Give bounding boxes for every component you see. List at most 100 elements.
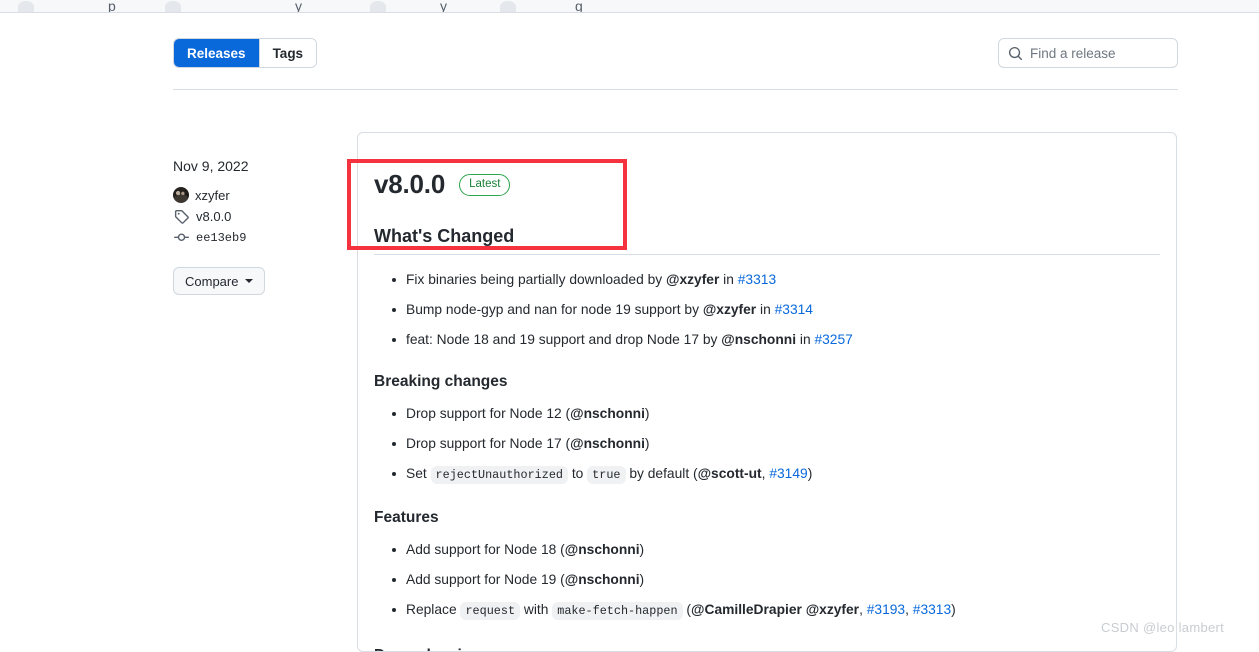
status-badge-latest: Latest (459, 173, 511, 196)
toolbar-divider (173, 89, 1178, 90)
top-navigation-strip: p y y g (0, 0, 1259, 13)
release-date: Nov 9, 2022 (173, 158, 249, 174)
changelog-item: Fix binaries being partially downloaded … (376, 270, 1160, 289)
changelog-text: to (567, 466, 588, 481)
changelog-item: feat: Node 18 and 19 support and drop No… (376, 330, 1160, 349)
changelog-text: with (520, 602, 553, 617)
nav-ghost-item[interactable] (18, 1, 38, 12)
pull-request-link[interactable]: #3149 (769, 466, 807, 481)
changelog-text: in (719, 272, 738, 287)
avatar (173, 187, 189, 203)
changelog-text: ) (951, 602, 956, 617)
section-heading: Dependencies (374, 647, 1160, 651)
changelog-item: Add support for Node 19 (@nschonni) (376, 570, 1160, 589)
changelog-text: , (859, 602, 867, 617)
changelog-text: Fix binaries being partially downloaded … (406, 272, 666, 287)
nav-ghost-item[interactable]: p (108, 1, 116, 12)
release-header: v8.0.0 Latest (374, 169, 1160, 200)
nav-icon (165, 1, 181, 12)
release-card: v8.0.0 Latest What's Changed Fix binaries… (357, 132, 1177, 652)
changelog-text: by default ( (625, 466, 698, 481)
changelog-item: Drop support for Node 12 (@nschonni) (376, 404, 1160, 423)
user-mention-link[interactable]: @nschonni (565, 572, 640, 587)
search-icon (1008, 46, 1023, 60)
changelog-item: Drop support for Node 17 (@nschonni) (376, 434, 1160, 453)
user-mention-link[interactable]: @xzyfer (806, 602, 859, 617)
changelog-text: Drop support for Node 12 ( (406, 406, 571, 421)
nav-icon (18, 1, 34, 12)
pull-request-link[interactable]: #3313 (913, 602, 951, 617)
nav-icon (500, 1, 516, 12)
pull-request-link[interactable]: #3257 (814, 332, 852, 347)
user-mention-link[interactable]: @CamilleDrapier (691, 602, 802, 617)
tab-tags[interactable]: Tags (258, 39, 317, 67)
changelog-text: Add support for Node 18 ( (406, 542, 565, 557)
changelog-list: Fix binaries being partially downloaded … (376, 270, 1160, 349)
tab-releases[interactable]: Releases (174, 39, 259, 67)
changelog-text: Set (406, 466, 431, 481)
changelog-item: Bump node-gyp and nan for node 19 suppor… (376, 300, 1160, 319)
inline-code: true (587, 466, 626, 484)
changelog-text: Add support for Node 19 ( (406, 572, 565, 587)
tag-icon (173, 209, 190, 224)
changelog-text: Bump node-gyp and nan for node 19 suppor… (406, 302, 703, 317)
watermark: CSDN @leo lambert (1101, 620, 1225, 635)
changelog-text: feat: Node 18 and 19 support and drop No… (406, 332, 722, 347)
author-link[interactable]: xzyfer (195, 188, 230, 203)
user-mention-link[interactable]: @scott-ut (698, 466, 762, 481)
nav-ghost-item[interactable]: y (295, 1, 302, 12)
release-meta-sidebar: Nov 9, 2022 xzyfer v8.0.0 ee13eb9 Compar… (173, 156, 338, 295)
inline-code: make-fetch-happen (552, 602, 683, 620)
changelog-item: Set rejectUnauthorized to true by defaul… (376, 464, 1160, 485)
section-heading: What's Changed (374, 226, 1160, 255)
commit-link[interactable]: ee13eb9 (196, 231, 246, 245)
changelog-list: Drop support for Node 12 (@nschonni) Drop… (376, 404, 1160, 485)
changelog-text: in (756, 302, 775, 317)
compare-button[interactable]: Compare (173, 267, 266, 295)
pull-request-link[interactable]: #3314 (775, 302, 813, 317)
nav-ghost-item[interactable] (370, 1, 390, 12)
release-author-row[interactable]: xzyfer (173, 187, 338, 203)
pull-request-link[interactable]: #3313 (738, 272, 776, 287)
user-mention-link[interactable]: @nschonni (721, 332, 796, 347)
section-heading: Features (374, 509, 439, 526)
changelog-text: ) (639, 572, 645, 587)
changelog-text: ) (639, 542, 645, 557)
user-mention-link[interactable]: @nschonni (565, 542, 640, 557)
chevron-down-icon (245, 279, 254, 283)
user-mention-link[interactable]: @xzyfer (703, 302, 756, 317)
changelog-text: Replace (406, 602, 461, 617)
nav-ghost-item[interactable]: g (575, 1, 583, 12)
changelog-text: ( (682, 602, 692, 617)
releases-page: Releases Tags Nov 9, 2022 xzyfer v8.0.0 (0, 13, 1259, 652)
release-commit-row[interactable]: ee13eb9 (173, 230, 338, 245)
user-mention-link[interactable]: @nschonni (570, 406, 645, 421)
nav-icon (370, 1, 386, 12)
release-version-title[interactable]: v8.0.0 (374, 169, 445, 200)
inline-code: rejectUnauthorized (430, 466, 568, 484)
changelog-text: , (905, 602, 913, 617)
changelog-text: Drop support for Node 17 ( (406, 436, 571, 451)
commit-icon (173, 230, 190, 245)
nav-ghost-item[interactable] (500, 1, 520, 12)
nav-ghost-item[interactable]: y (440, 1, 447, 12)
release-tag-row[interactable]: v8.0.0 (173, 209, 338, 224)
changelog-text: ) (644, 406, 650, 421)
changelog-list: Add support for Node 18 (@nschonni) Add s… (376, 540, 1160, 621)
search-input[interactable] (1030, 45, 1207, 61)
changelog-text: in (796, 332, 815, 347)
tag-link[interactable]: v8.0.0 (196, 209, 231, 224)
pull-request-link[interactable]: #3193 (867, 602, 905, 617)
changelog-item: Add support for Node 18 (@nschonni) (376, 540, 1160, 559)
compare-button-label: Compare (185, 273, 239, 289)
releases-toolbar: Releases Tags (173, 38, 1207, 70)
nav-ghost-item[interactable] (165, 1, 185, 12)
find-release-search[interactable] (998, 38, 1207, 68)
changelog-item: Replace request with make-fetch-happen (… (376, 600, 1160, 621)
user-mention-link[interactable]: @nschonni (570, 436, 645, 451)
changelog-text: ) (644, 436, 650, 451)
user-mention-link[interactable]: @xzyfer (666, 272, 719, 287)
section-heading: Breaking changes (374, 373, 508, 390)
release-body: What's Changed Fix binaries being partial… (374, 226, 1160, 651)
releases-tags-segmented-control: Releases Tags (173, 38, 318, 68)
